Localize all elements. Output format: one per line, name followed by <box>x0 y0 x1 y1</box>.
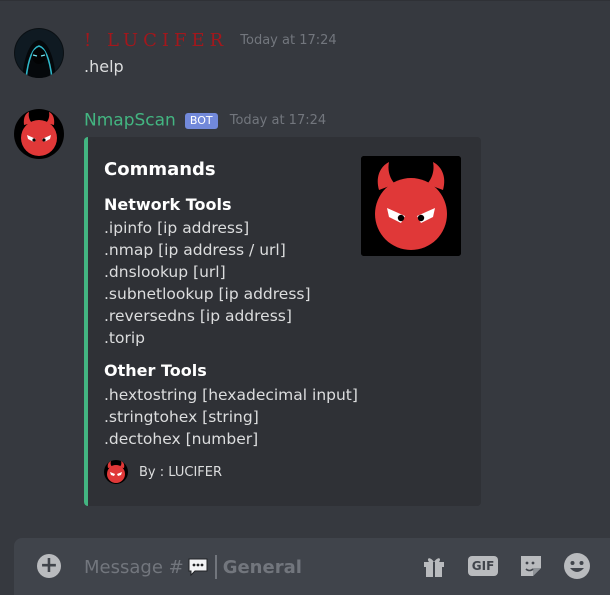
command-line: .subnetlookup [ip address] <box>104 285 311 303</box>
message-header: NmapScan BOT Today at 17:24 <box>84 110 326 131</box>
input-placeholder: Message # <box>84 556 184 578</box>
embed-title: Commands <box>104 159 216 180</box>
command-line: .dnslookup [url] <box>104 263 226 281</box>
message-text: .help <box>84 57 124 76</box>
chat-bubble-icon <box>187 557 209 577</box>
message-header: ! LUCIFER Today at 17:24 <box>84 30 337 51</box>
add-icon[interactable]: + <box>37 554 61 578</box>
gif-icon[interactable]: GIF <box>467 552 499 580</box>
username-nmapscan[interactable]: NmapScan <box>84 111 176 131</box>
nmapscan-avatar[interactable] <box>14 109 64 159</box>
input-divider <box>214 555 217 579</box>
command-line: .ipinfo [ip address] <box>104 219 250 237</box>
embed-footer: By : LUCIFER <box>104 460 222 484</box>
emoji-icon[interactable] <box>563 552 591 580</box>
channel-name: General <box>222 556 302 578</box>
field-name-other-tools: Other Tools <box>104 361 207 380</box>
command-line: .reversedns [ip address] <box>104 307 292 325</box>
timestamp: Today at 17:24 <box>229 113 327 128</box>
footer-text: By : LUCIFER <box>139 464 223 480</box>
lucifer-avatar[interactable] <box>14 28 64 78</box>
bot-tag: BOT <box>184 112 218 129</box>
command-line: .nmap [ip address / url] <box>104 241 286 259</box>
command-line: .stringtohex [string] <box>104 408 259 426</box>
command-line: .torip <box>104 329 146 347</box>
message-input-bar[interactable]: + Message # General GIF <box>14 538 610 595</box>
username-lucifer[interactable]: ! LUCIFER <box>84 30 228 51</box>
timestamp: Today at 17:24 <box>240 33 337 48</box>
command-line: .hextostring [hexadecimal input] <box>104 386 358 404</box>
embed-thumbnail-devil[interactable] <box>361 156 461 256</box>
footer-devil-icon <box>104 460 128 484</box>
message-input[interactable]: Message # General <box>84 554 302 580</box>
commands-embed: Commands Network Tools .ipinfo [ip addre… <box>84 137 481 506</box>
gift-icon[interactable] <box>420 552 448 580</box>
top-divider <box>0 0 610 1</box>
field-name-network-tools: Network Tools <box>104 195 232 214</box>
sticker-icon[interactable] <box>517 552 545 580</box>
command-line: .dectohex [number] <box>104 430 259 448</box>
